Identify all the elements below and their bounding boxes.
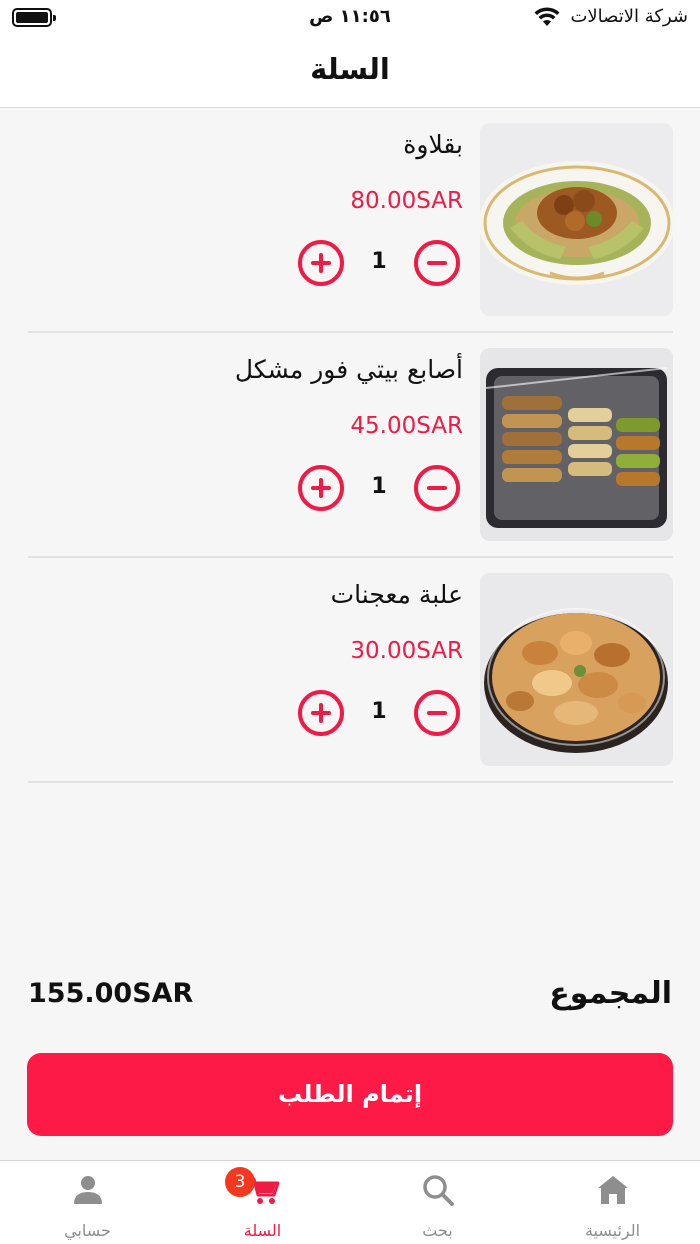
tab-home[interactable]: الرئيسية xyxy=(525,1161,700,1244)
total-value: 155.00SAR xyxy=(28,978,194,1009)
item-price: 80.00SAR xyxy=(350,188,463,214)
tab-account[interactable]: حسابي xyxy=(0,1161,175,1244)
plus-button[interactable] xyxy=(298,690,344,736)
plus-icon-bar xyxy=(319,253,323,273)
status-carrier: شركة الاتصالات xyxy=(570,6,688,27)
plus-icon-bar xyxy=(319,478,323,498)
header: السلة xyxy=(0,36,700,108)
quantity-value: 1 xyxy=(371,249,387,274)
tab-label: حسابي xyxy=(64,1221,111,1240)
minus-button[interactable] xyxy=(414,690,460,736)
user-icon xyxy=(74,1176,102,1204)
tab-bar: حسابي 3 السلة بحث الرئيسية xyxy=(0,1160,700,1244)
minus-icon xyxy=(427,486,447,490)
cart-badge: 3 xyxy=(225,1167,255,1197)
plus-button[interactable] xyxy=(298,240,344,286)
wifi-icon xyxy=(534,7,560,26)
item-image-baklava xyxy=(480,123,673,316)
tab-label: الرئيسية xyxy=(584,1221,641,1240)
item-name: علبة معجنات xyxy=(330,580,463,609)
plus-button[interactable] xyxy=(298,465,344,511)
item-name: بقلاوة xyxy=(403,130,463,159)
total-label: المجموع xyxy=(549,976,672,1011)
item-image-pastries xyxy=(480,573,673,766)
plus-icon-bar xyxy=(319,703,323,723)
tab-label: السلة xyxy=(243,1221,282,1240)
item-price: 30.00SAR xyxy=(350,638,463,664)
search-icon xyxy=(423,1175,454,1206)
quantity-value: 1 xyxy=(371,474,387,499)
home-icon xyxy=(598,1176,628,1204)
baklava-image xyxy=(480,123,673,316)
minus-icon xyxy=(427,261,447,265)
cart-item: بقلاوة 80.00SAR 1 xyxy=(28,108,673,333)
status-bar: ١١:٥٦ ص شركة الاتصالات xyxy=(0,0,700,36)
minus-button[interactable] xyxy=(414,240,460,286)
minus-button[interactable] xyxy=(414,465,460,511)
tab-label: بحث xyxy=(422,1221,453,1240)
item-image-petit-four xyxy=(480,348,673,541)
checkout-button[interactable]: إتمام الطلب xyxy=(27,1053,673,1136)
item-price: 45.00SAR xyxy=(350,413,463,439)
quantity-value: 1 xyxy=(371,699,387,724)
tab-search[interactable]: بحث xyxy=(350,1161,525,1244)
minus-icon xyxy=(427,711,447,715)
cart-item: أصابع بيتي فور مشكل 45.00SAR 1 xyxy=(28,333,673,558)
item-name: أصابع بيتي فور مشكل xyxy=(234,355,463,384)
petit-four-image xyxy=(480,348,673,541)
page-title: السلة xyxy=(310,52,390,86)
pastries-image xyxy=(480,573,673,766)
cart-item: علبة معجنات 30.00SAR 1 xyxy=(28,558,673,783)
tab-cart[interactable]: 3 السلة xyxy=(175,1161,350,1244)
